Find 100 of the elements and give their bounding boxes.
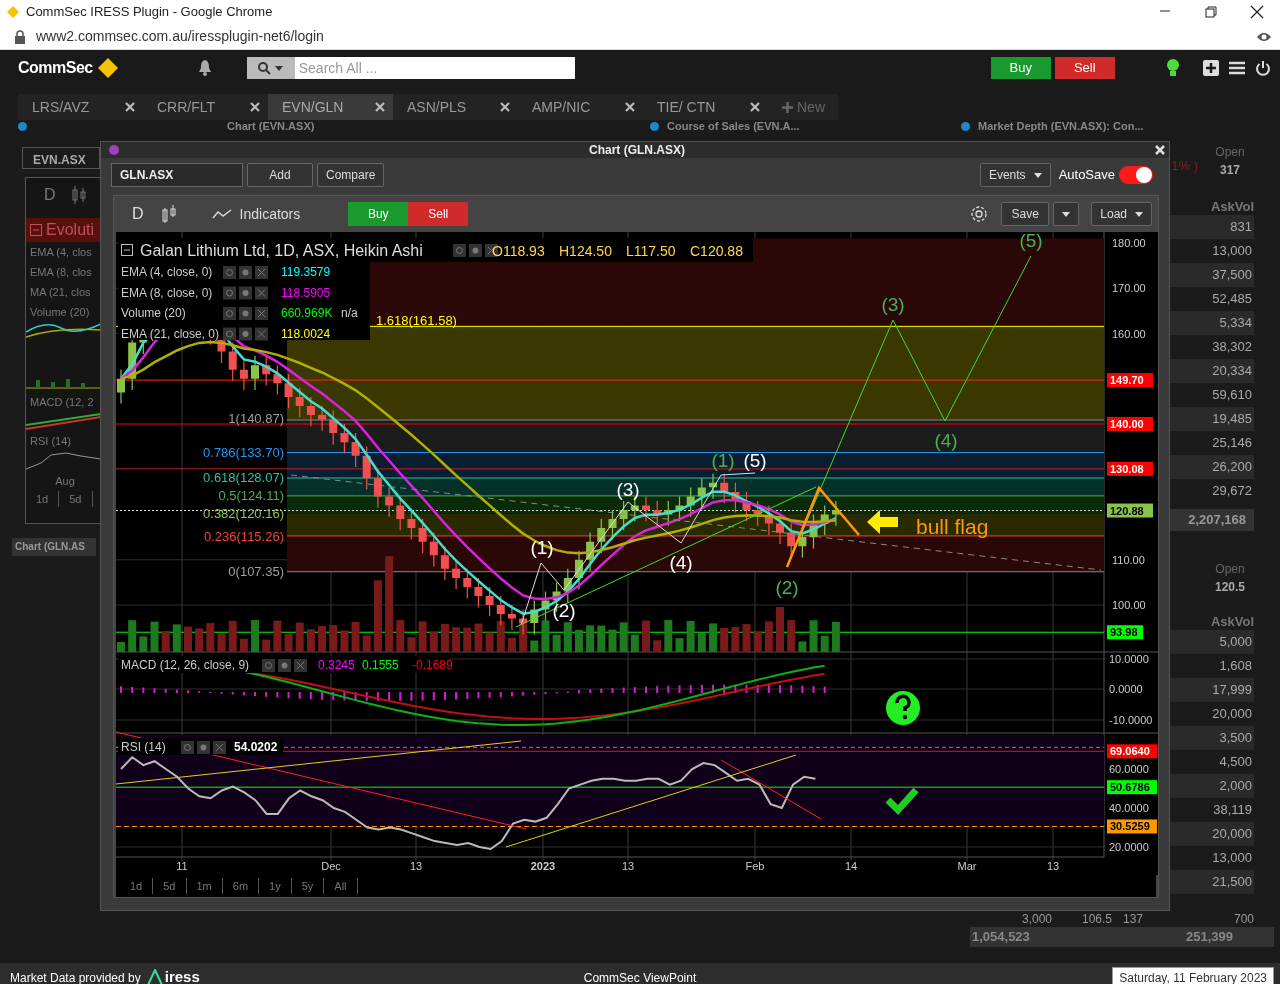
- price-badge: 149.70: [1107, 373, 1153, 388]
- wave-label: (3): [881, 294, 905, 315]
- fib-label: 0.618(128.07): [203, 470, 284, 485]
- study-name: EMA (4, close, 0): [121, 265, 213, 279]
- fib-label: 0.786(133.70): [203, 445, 284, 460]
- table-cell: 4,500: [1219, 754, 1252, 769]
- axis-label: 10.0000: [1109, 653, 1149, 665]
- axis-label: 60.0000: [1109, 763, 1149, 775]
- interval-label[interactable]: D: [132, 202, 144, 226]
- period-button[interactable]: 1m: [186, 877, 223, 895]
- panel-title: Chart (EVN.ASX): [227, 119, 315, 135]
- table-cell: 38,302: [1212, 339, 1252, 354]
- axis-label: 13: [1046, 860, 1060, 872]
- indicator-value: 0.3245: [318, 658, 355, 672]
- indicator-label: MACD (12, 2: [29, 395, 95, 410]
- legend-item: Volume (20): [29, 305, 91, 320]
- study-name: EMA (21, close, 0): [121, 326, 220, 341]
- buy-button[interactable]: Buy: [990, 57, 1051, 79]
- indicator-name: MACD (12, 26, close, 9): [121, 658, 250, 672]
- sell-button[interactable]: Sell: [1054, 57, 1115, 79]
- search-field[interactable]: Search All ...: [246, 57, 575, 79]
- table-cell: 25,146: [1212, 435, 1252, 450]
- period-button[interactable]: 5d: [59, 490, 93, 508]
- period-button[interactable]: 1d: [120, 877, 154, 895]
- period-button[interactable]: 5d: [153, 877, 187, 895]
- symbol-field[interactable]: EVN.ASX: [22, 147, 100, 169]
- price-badge: 93.98: [1107, 625, 1143, 640]
- study-value: 118.0024: [281, 326, 331, 341]
- axis-label: 170.00: [1112, 282, 1146, 295]
- window-tab[interactable]: Chart (GLN.AS: [12, 538, 96, 556]
- legend-item: EMA (8, clos: [29, 265, 93, 280]
- legend-item: EMA (4, clos: [29, 245, 93, 260]
- date-text: Saturday, 11 February 2023: [1112, 966, 1274, 984]
- app-name: CommSec ViewPoint: [583, 969, 697, 984]
- axis-label: 13: [409, 860, 423, 872]
- period-button[interactable]: 1d: [26, 490, 60, 508]
- new-tab-button[interactable]: New: [768, 94, 838, 120]
- tab[interactable]: CRR/FLT: [143, 94, 268, 120]
- period-button[interactable]: 1y: [259, 877, 292, 895]
- symbol-field[interactable]: GLN.ASX: [111, 163, 243, 187]
- axis-label: 180.00: [1112, 237, 1146, 249]
- open-value: 120.5: [1214, 579, 1246, 596]
- tab[interactable]: EVN/GLN: [268, 94, 393, 120]
- study-value: n/a: [341, 306, 358, 320]
- study-value: 660.969K: [281, 306, 333, 320]
- compare-button[interactable]: Compare: [317, 163, 385, 187]
- tab[interactable]: LRS/AVZ: [18, 94, 143, 120]
- wave-label: (5): [743, 450, 767, 471]
- interval-label[interactable]: D: [44, 183, 56, 207]
- table-cell: 1,608: [1219, 658, 1252, 673]
- tab[interactable]: AMP/NIC: [518, 94, 643, 120]
- axis-label: 11: [176, 860, 188, 872]
- chart-title: Galan Lithium Ltd, 1D, ASX, Heikin Ashi: [140, 242, 423, 259]
- url-text: www2.commsec.com.au/iressplugin-net6/login: [36, 27, 324, 46]
- load-dropdown[interactable]: Load: [1091, 202, 1152, 226]
- period-button[interactable]: All: [324, 877, 358, 895]
- annotation-text: bull flag: [916, 515, 989, 538]
- table-cell: 106.5: [1081, 912, 1112, 926]
- fib-label: 0.5(124.11): [218, 488, 284, 503]
- axis-label: 110.00: [1112, 553, 1145, 566]
- add-button[interactable]: Add: [247, 163, 313, 187]
- axis-label: Mar: [957, 860, 977, 872]
- total-value: 251,399: [1186, 929, 1233, 944]
- save-button[interactable]: Save: [1001, 202, 1050, 226]
- wave-label: (3): [616, 479, 640, 500]
- fib-label: 0.236(115.26): [204, 529, 284, 544]
- window-title: Chart (GLN.ASX): [588, 142, 686, 158]
- fib-label: 0.382(120.16): [203, 506, 284, 521]
- table-cell: 5,334: [1219, 315, 1252, 330]
- table-cell: 59,610: [1212, 387, 1252, 402]
- axis-label: 2023: [530, 860, 556, 872]
- buy-button[interactable]: Buy: [348, 202, 409, 226]
- table-cell: 13,000: [1212, 243, 1252, 258]
- tab[interactable]: ASN/PLS: [393, 94, 518, 120]
- fib-label: 0(107.35): [228, 564, 284, 579]
- table-cell: 20,000: [1212, 706, 1252, 721]
- tab[interactable]: TIE/ CTN: [643, 94, 768, 120]
- table-cell: 20,334: [1212, 363, 1252, 378]
- open-value: 317: [1219, 162, 1241, 179]
- brand-text: iress: [164, 967, 200, 984]
- table-cell: 137: [1122, 912, 1143, 926]
- column-header: Open: [1214, 561, 1246, 578]
- sell-button[interactable]: Sell: [408, 202, 469, 226]
- indicator-value: 54.0202: [234, 740, 278, 754]
- indicators-button[interactable]: Indicators: [205, 202, 307, 226]
- table-cell: 13,000: [1212, 850, 1252, 865]
- period-button[interactable]: 6m: [222, 877, 260, 895]
- wave-label: (2): [775, 577, 799, 598]
- price-badge: 30.5259: [1107, 819, 1157, 834]
- study-value: 119.3579: [281, 265, 331, 279]
- total-value: 1,054,523: [971, 929, 1030, 944]
- events-dropdown[interactable]: Events: [979, 163, 1051, 187]
- ohlc-value: C120.88: [690, 243, 743, 259]
- wave-label: (4): [934, 430, 958, 451]
- axis-label: 160.00: [1112, 327, 1146, 340]
- wave-label: (2): [552, 600, 576, 621]
- period-button[interactable]: 5y: [291, 877, 325, 895]
- window-title: CommSec IRESS Plugin - Google Chrome: [26, 3, 273, 22]
- chart-legend-title: Evoluti: [46, 220, 95, 240]
- indicator-name: RSI (14): [121, 740, 166, 754]
